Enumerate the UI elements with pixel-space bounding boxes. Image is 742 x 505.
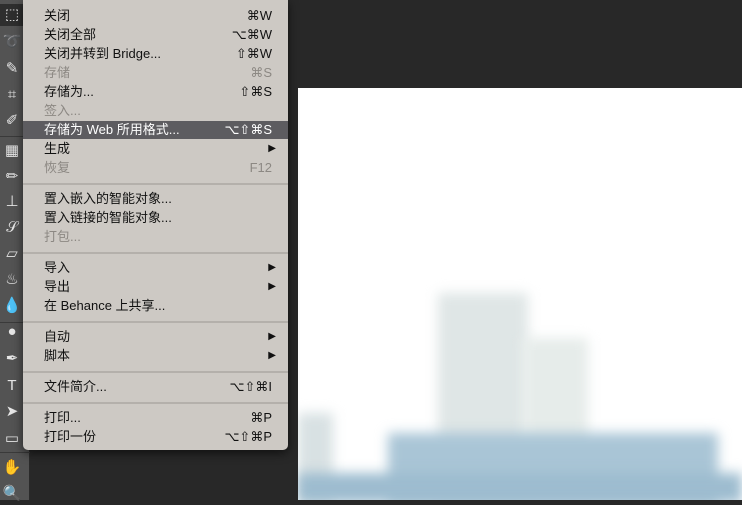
history-brush-icon[interactable]: 𝒮	[0, 217, 24, 239]
menu-item-shortcut: ⌥⇧⌘P	[224, 429, 272, 444]
menu-item[interactable]: 导出 ▶	[23, 278, 288, 296]
submenu-arrow-icon: ▶	[268, 143, 276, 154]
menu-separator	[23, 371, 288, 373]
menu-item-label: 关闭	[44, 8, 71, 23]
dodge-icon[interactable]: ●	[0, 321, 24, 343]
menu-item[interactable]: 导入 ▶	[23, 259, 288, 277]
submenu-arrow-icon: ▶	[268, 331, 276, 342]
zoom-icon[interactable]: 🔍	[0, 483, 24, 505]
menu-item: 签入...	[23, 102, 288, 120]
menu-item-shortcut: ⇧⌘S	[239, 84, 272, 99]
menu-separator	[23, 183, 288, 185]
menu-item-label: 自动	[44, 329, 71, 344]
menu-item-shortcut: ⌘S	[250, 65, 272, 80]
menu-item-label: 打包...	[44, 229, 81, 244]
canvas-image-ground	[298, 473, 742, 500]
menu-separator	[23, 402, 288, 404]
menu-item[interactable]: 生成 ▶	[23, 140, 288, 158]
submenu-arrow-icon: ▶	[268, 262, 276, 273]
menu-item-label: 置入链接的智能对象...	[44, 210, 172, 225]
menu-item[interactable]: 在 Behance 上共享...	[23, 297, 288, 315]
menu-item-label: 恢复	[44, 160, 71, 175]
menu-item-label: 签入...	[44, 103, 81, 118]
tool-divider	[0, 452, 30, 453]
marquee-icon[interactable]: ⬚	[0, 4, 24, 26]
submenu-arrow-icon: ▶	[268, 281, 276, 292]
type-icon[interactable]: T	[0, 375, 24, 397]
menu-item-shortcut: ⌥⇧⌘S	[224, 122, 272, 137]
menu-item-label: 导出	[44, 279, 71, 294]
menu-item: 恢复 F12	[23, 159, 288, 177]
menu-separator	[23, 252, 288, 254]
menu-item-label: 在 Behance 上共享...	[44, 298, 166, 313]
menu-item-shortcut: ⇧⌘W	[235, 46, 272, 61]
menu-item-label: 关闭全部	[44, 27, 97, 42]
lasso-icon[interactable]: ➰	[0, 31, 24, 53]
menu-item-shortcut: ⌘P	[250, 410, 272, 425]
menu-item-label: 存储为 Web 所用格式...	[44, 122, 180, 137]
hand-icon[interactable]: ✋	[0, 457, 24, 479]
menu-item-shortcut: F12	[249, 160, 272, 175]
menu-item[interactable]: 存储为... ⇧⌘S	[23, 83, 288, 101]
menu-item: 打包...	[23, 228, 288, 246]
eraser-icon[interactable]: ▱	[0, 243, 24, 265]
menu-item-label: 存储为...	[44, 84, 94, 99]
menu-item[interactable]: 存储为 Web 所用格式... ⌥⇧⌘S	[23, 121, 288, 139]
menu-item-label: 生成	[44, 141, 71, 156]
menu-item[interactable]: 文件简介... ⌥⇧⌘I	[23, 378, 288, 396]
paint-bucket-icon[interactable]: ♨	[0, 269, 24, 291]
rectangle-icon[interactable]: ▭	[0, 428, 24, 450]
menu-item[interactable]: 脚本 ▶	[23, 347, 288, 365]
menu-item-label: 文件简介...	[44, 379, 107, 394]
menu-item[interactable]: 打印一份 ⌥⇧⌘P	[23, 428, 288, 446]
crop-icon[interactable]: ⌗	[0, 84, 24, 106]
menu-item-label: 导入	[44, 260, 71, 275]
menu-item[interactable]: 关闭并转到 Bridge... ⇧⌘W	[23, 45, 288, 63]
menu-item[interactable]: 关闭 ⌘W	[23, 7, 288, 25]
menu-item[interactable]: 自动 ▶	[23, 328, 288, 346]
menu-item-label: 打印...	[44, 410, 81, 425]
menu-item-label: 脚本	[44, 348, 71, 363]
menu-item-label: 存储	[44, 65, 71, 80]
menu-item-shortcut: ⌥⇧⌘I	[229, 379, 273, 394]
submenu-arrow-icon: ▶	[268, 350, 276, 361]
pen-icon[interactable]: ✒	[0, 348, 24, 370]
brush-icon[interactable]: ✏	[0, 166, 24, 188]
menu-item-label: 关闭并转到 Bridge...	[44, 46, 162, 61]
file-menu: 关闭 ⌘W 关闭全部 ⌥⌘W 关闭并转到 Bridge... ⇧⌘W 存储 ⌘S 存储为... ⇧…	[23, 0, 288, 450]
menu-item[interactable]: 置入链接的智能对象...	[23, 209, 288, 227]
menu-item-shortcut: ⌘W	[246, 8, 272, 23]
menu-item: 存储 ⌘S	[23, 64, 288, 82]
eyedropper-icon[interactable]: ✐	[0, 110, 24, 132]
quick-select-icon[interactable]: ✎	[0, 58, 24, 80]
menu-item-shortcut: ⌥⌘W	[231, 27, 272, 42]
menu-item-label: 打印一份	[44, 429, 97, 444]
menu-item[interactable]: 置入嵌入的智能对象...	[23, 190, 288, 208]
blur-icon[interactable]: 💧	[0, 295, 24, 317]
menu-item-label: 置入嵌入的智能对象...	[44, 191, 172, 206]
stamp-icon[interactable]: ⊥	[0, 191, 24, 213]
healing-brush-icon[interactable]: ▦	[0, 140, 24, 162]
document-canvas[interactable]	[298, 88, 742, 500]
menu-separator	[23, 321, 288, 323]
menu-item[interactable]: 打印... ⌘P	[23, 409, 288, 427]
path-select-icon[interactable]: ➤	[0, 401, 24, 423]
menu-item[interactable]: 关闭全部 ⌥⌘W	[23, 26, 288, 44]
